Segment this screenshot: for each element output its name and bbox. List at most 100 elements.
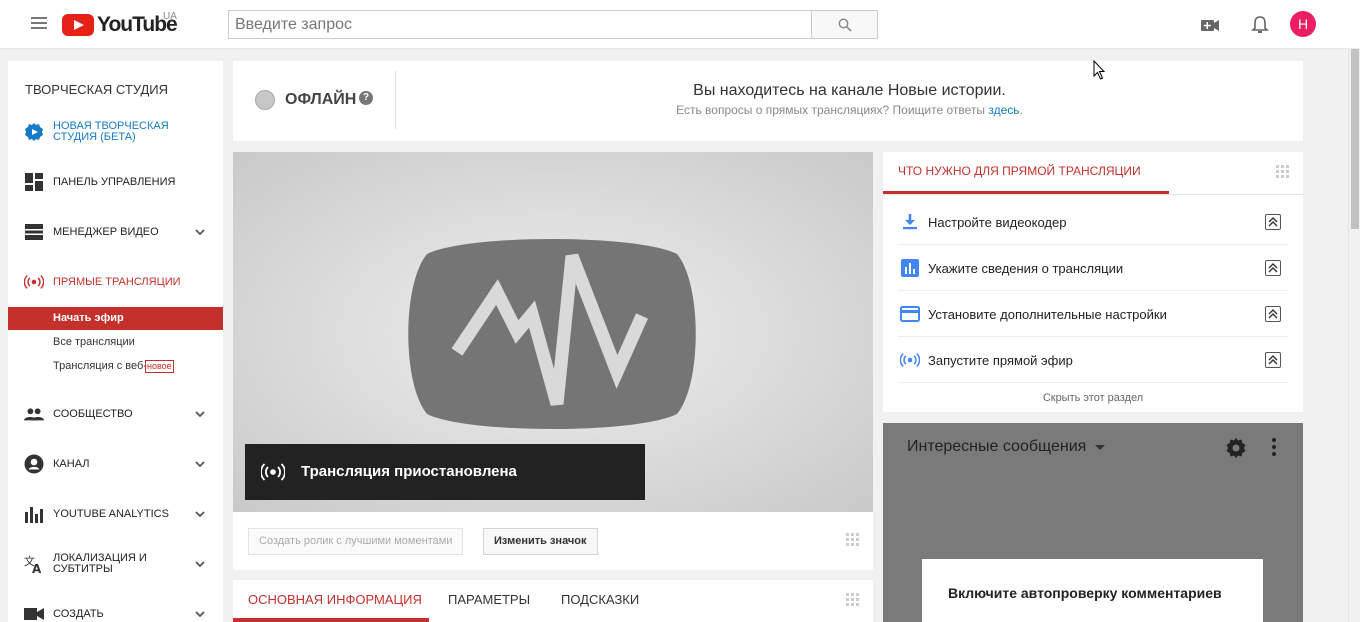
top-bar: YouTube UA Введите запрос Н — [0, 0, 1360, 49]
sidebar-subitem-all-streams[interactable]: Все трансляции — [8, 331, 223, 354]
gear-icon[interactable] — [1225, 437, 1247, 459]
help-end: . — [1019, 103, 1023, 117]
stream-paused-text: Трансляция приостановлена — [301, 463, 517, 480]
chevron-down-icon[interactable] — [194, 408, 206, 420]
sidebar-item-live[interactable]: ПРЯМЫЕ ТРАНСЛЯЦИИ — [8, 264, 223, 300]
help-text: Есть вопросы о прямых трансляциях? Поищи… — [676, 103, 989, 117]
requirement-row[interactable]: Настройте видеокодер — [898, 199, 1288, 245]
requirement-label: Установите дополнительные настройки — [928, 307, 1167, 322]
tab-hints[interactable]: ПОДСКАЗКИ — [561, 592, 639, 607]
search-input[interactable]: Введите запрос — [228, 10, 812, 39]
more-options-icon[interactable] — [1272, 438, 1276, 459]
chevron-down-icon[interactable] — [194, 508, 206, 520]
requirements-card: ЧТО НУЖНО ДЛЯ ПРЯМОЙ ТРАНСЛЯЦИИ Настройт… — [883, 152, 1303, 412]
translate-icon: 文A — [24, 554, 44, 574]
sidebar-subitem-start-live[interactable]: Начать эфир — [8, 307, 223, 330]
chevron-down-icon[interactable] — [194, 226, 206, 238]
people-icon — [24, 404, 44, 424]
avatar[interactable]: Н — [1290, 11, 1316, 37]
live-stream-placeholder-icon — [408, 239, 696, 429]
scrollbar[interactable] — [1348, 49, 1360, 622]
chat-filter-dropdown[interactable]: Интересные сообщения — [907, 438, 1086, 456]
localization-line2: СУБТИТРЫ — [53, 563, 113, 575]
video-camera-icon[interactable] — [1200, 15, 1220, 35]
help-icon[interactable]: ? — [359, 91, 373, 105]
sidebar-subitem-label: Трансляция с веб- — [53, 360, 147, 372]
sidebar-item-create[interactable]: СОЗДАТЬ — [8, 596, 223, 622]
sidebar: ТВОРЧЕСКАЯ СТУДИЯ НОВАЯ ТВОРЧЕСКАЯ СТУДИ… — [8, 61, 223, 622]
sidebar-subitem-webcam[interactable]: Трансляция с веб- новое — [8, 355, 223, 378]
sidebar-item-analytics[interactable]: YOUTUBE ANALYTICS — [8, 496, 223, 532]
requirement-label: Настройте видеокодер — [928, 215, 1067, 230]
requirements-title[interactable]: ЧТО НУЖНО ДЛЯ ПРЯМОЙ ТРАНСЛЯЦИИ — [898, 164, 1141, 178]
download-icon — [903, 214, 917, 230]
drag-handle-icon[interactable] — [846, 593, 859, 606]
video-manager-icon — [24, 222, 44, 242]
dashboard-icon — [24, 172, 44, 192]
sidebar-item-localization[interactable]: 文A ЛОКАЛИЗАЦИЯ И СУБТИТРЫ — [8, 546, 223, 582]
sidebar-item-new-studio[interactable]: НОВАЯ ТВОРЧЕСКАЯ СТУДИЯ (БЕТА) — [8, 114, 223, 150]
sidebar-item-label: ПРЯМЫЕ ТРАНСЛЯЦИИ — [53, 275, 181, 288]
sidebar-title: ТВОРЧЕСКАЯ СТУДИЯ — [25, 82, 169, 97]
collapse-icon[interactable] — [1265, 260, 1281, 276]
requirement-label: Запустите прямой эфир — [928, 353, 1073, 368]
chevron-down-icon[interactable] — [194, 458, 206, 470]
hide-section-link[interactable]: Скрыть этот раздел — [883, 392, 1303, 404]
collapse-icon[interactable] — [1265, 214, 1281, 230]
dropdown-arrow-icon[interactable] — [1095, 445, 1105, 450]
sidebar-item-channel[interactable]: КАНАЛ — [8, 446, 223, 482]
youtube-logo[interactable]: YouTube — [62, 13, 178, 37]
sidebar-item-label: ЛОКАЛИЗАЦИЯ И СУБТИТРЫ — [53, 553, 147, 575]
tab-basic-info[interactable]: ОСНОВНАЯ ИНФОРМАЦИЯ — [248, 592, 422, 607]
drag-handle-icon[interactable] — [846, 533, 859, 546]
status-indicator — [255, 90, 275, 110]
chevron-down-icon[interactable] — [194, 558, 206, 570]
sidebar-item-video-manager[interactable]: МЕНЕДЖЕР ВИДЕО — [8, 214, 223, 250]
active-tab-indicator — [233, 618, 429, 622]
sidebar-item-label: YOUTUBE ANALYTICS — [53, 507, 169, 520]
sidebar-item-community[interactable]: СООБЩЕСТВО — [8, 396, 223, 432]
stream-preview[interactable]: Трансляция приостановлена — [233, 152, 873, 512]
requirement-row[interactable]: Укажите сведения о трансляции — [898, 245, 1288, 291]
youtube-play-icon — [62, 14, 94, 36]
bar-chart-icon — [901, 259, 919, 277]
collapse-icon[interactable] — [1265, 306, 1281, 322]
broadcast-icon — [900, 353, 920, 367]
sidebar-item-label: НОВАЯ ТВОРЧЕСКАЯ СТУДИЯ (БЕТА) — [53, 120, 169, 143]
help-link[interactable]: здесь — [988, 103, 1019, 117]
sidebar-item-label: СООБЩЕСТВО — [53, 407, 133, 420]
stream-status-header: ОФЛАЙН ? Вы находитесь на канале Новые и… — [233, 61, 1303, 141]
create-highlights-button[interactable]: Создать ролик с лучшими моментами — [248, 528, 464, 555]
chevron-down-icon[interactable] — [194, 608, 206, 620]
requirement-row[interactable]: Установите дополнительные настройки — [898, 291, 1288, 337]
divider — [395, 71, 396, 129]
sidebar-item-label: СОЗДАТЬ — [53, 607, 104, 620]
collapse-icon[interactable] — [1265, 352, 1281, 368]
sidebar-item-label: ПАНЕЛЬ УПРАВЛЕНИЯ — [53, 175, 176, 188]
sidebar-item-label: КАНАЛ — [53, 457, 90, 470]
sidebar-item-label: МЕНЕДЖЕР ВИДЕО — [53, 225, 159, 238]
bell-icon[interactable] — [1250, 15, 1270, 35]
new-badge: новое — [145, 360, 174, 373]
analytics-icon — [24, 504, 44, 524]
change-thumbnail-button[interactable]: Изменить значок — [483, 528, 598, 555]
status-label: ОФЛАЙН — [285, 91, 357, 108]
tab-parameters[interactable]: ПАРАМЕТРЫ — [448, 592, 530, 607]
menu-icon[interactable] — [31, 17, 47, 31]
region-label: UA — [163, 11, 177, 22]
divider — [883, 194, 1303, 195]
search-button[interactable] — [811, 10, 878, 39]
help-notice: Есть вопросы о прямых трансляциях? Поищи… — [396, 103, 1303, 117]
mouse-cursor-icon — [1093, 60, 1106, 80]
drag-handle-icon[interactable] — [1276, 165, 1289, 178]
card-icon — [900, 306, 920, 322]
account-icon — [24, 454, 44, 474]
requirement-row[interactable]: Запустите прямой эфир — [898, 337, 1288, 383]
scrollbar-thumb[interactable] — [1351, 49, 1359, 229]
sidebar-item-dashboard[interactable]: ПАНЕЛЬ УПРАВЛЕНИЯ — [8, 164, 223, 200]
info-tabs: ОСНОВНАЯ ИНФОРМАЦИЯ ПАРАМЕТРЫ ПОДСКАЗКИ — [233, 580, 873, 622]
svg-text:A: A — [32, 562, 42, 574]
preview-actions: Создать ролик с лучшими моментами Измени… — [233, 512, 873, 570]
requirement-label: Укажите сведения о трансляции — [928, 261, 1124, 276]
search-icon — [838, 18, 852, 32]
